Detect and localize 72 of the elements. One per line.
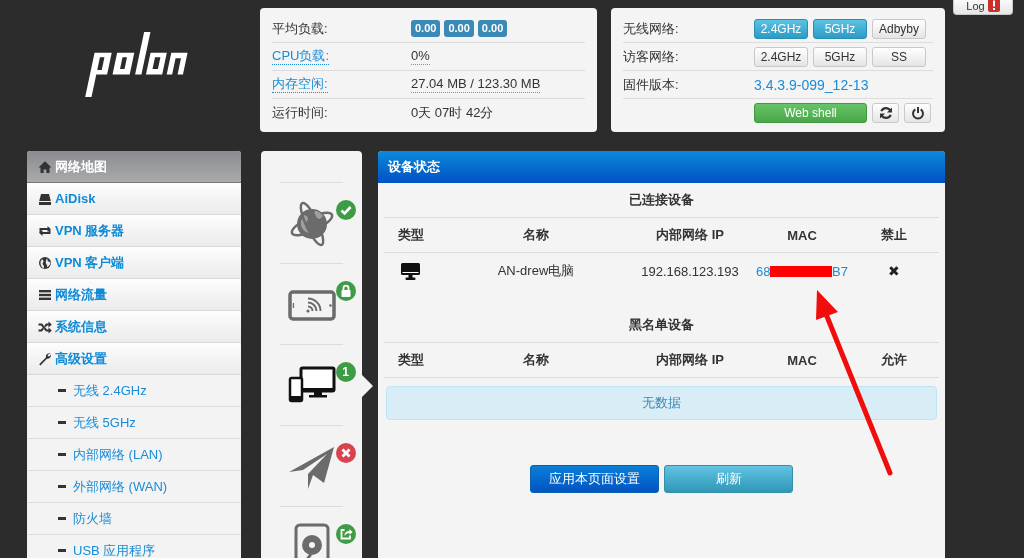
load-badge: 0.00 xyxy=(477,20,508,37)
refresh-icon xyxy=(878,106,893,120)
block-button[interactable]: ✖ xyxy=(887,263,900,279)
power-icon xyxy=(910,106,925,120)
stat-value: 27.04 MB / 123.30 MB xyxy=(411,76,541,93)
stat-link[interactable]: 内存空闲: xyxy=(272,76,328,93)
toggle-button[interactable]: SS xyxy=(872,46,926,67)
column-header: MAC xyxy=(787,227,817,243)
column-header: 名称 xyxy=(523,226,549,244)
mac-address-link[interactable]: B7 xyxy=(832,263,848,279)
column-header: 内部网络 IP xyxy=(656,226,724,244)
column-header: 禁止 xyxy=(880,226,907,244)
shuffle-icon xyxy=(38,319,52,334)
setting-label: 固件版本: xyxy=(623,76,679,93)
menu-item[interactable]: 网络地图 xyxy=(27,151,241,183)
dash-icon xyxy=(58,517,66,520)
wrench-icon xyxy=(38,351,52,366)
home-icon xyxy=(38,159,52,174)
column-header: 内部网络 IP xyxy=(656,351,724,369)
load-badge: 0.00 xyxy=(444,20,474,37)
check-badge-icon xyxy=(335,200,356,220)
stat-value: 0天 07时 42分 xyxy=(411,105,494,121)
menu-item[interactable]: 高级设置 xyxy=(27,343,241,375)
menu-item[interactable]: VPN 服务器 xyxy=(27,215,241,247)
column-header: 类型 xyxy=(398,226,424,244)
section-title: 黑名单设备 xyxy=(629,316,694,334)
toggle-button[interactable]: 5GHz xyxy=(813,46,867,67)
dash-icon xyxy=(58,485,66,488)
load-badge: 0.00 xyxy=(411,20,441,37)
toggle-button[interactable]: 2.4GHz xyxy=(754,46,808,67)
stat-value: 0% xyxy=(411,48,430,65)
setting-label: 无线网络: xyxy=(623,20,679,37)
menu-item[interactable]: 网络流量 xyxy=(27,279,241,311)
toggle-button[interactable]: 5GHz xyxy=(813,18,867,39)
dash-icon xyxy=(58,389,66,392)
log-button[interactable]: Log xyxy=(953,0,1013,15)
globe-icon xyxy=(38,255,52,270)
computer-icon xyxy=(401,262,420,280)
list-icon xyxy=(38,287,52,302)
stat-label: 平均负载: xyxy=(272,20,328,37)
stat-label: 运行时间: xyxy=(272,105,328,121)
column-header: 允许 xyxy=(880,351,907,369)
table-cell: AN-drew电脑 xyxy=(497,262,575,280)
section-title: 已连接设备 xyxy=(629,191,694,209)
empty-message: 无数据 xyxy=(386,386,937,420)
share-badge-icon xyxy=(335,524,356,544)
menu-item[interactable]: AiDisk xyxy=(27,183,241,215)
stat-link[interactable]: CPU负载: xyxy=(272,48,330,65)
firmware-version-link[interactable]: 3.4.3.9-099_12-13 xyxy=(754,76,869,93)
column-header: MAC xyxy=(787,352,817,368)
menu-item[interactable]: VPN 客户端 xyxy=(27,247,241,279)
dash-icon xyxy=(58,453,66,456)
table-cell: 192.168.123.193 xyxy=(641,263,739,279)
panel-title: 设备状态 xyxy=(378,151,945,183)
column-header: 名称 xyxy=(523,351,549,369)
toggle-button[interactable]: 2.4GHz xyxy=(754,18,808,39)
lock-badge-icon xyxy=(335,281,356,301)
count-badge: 1 xyxy=(335,362,356,382)
mac-address-link[interactable]: 68 xyxy=(756,263,771,279)
setting-label: 访客网络: xyxy=(623,48,679,65)
column-header: 类型 xyxy=(398,351,424,369)
dash-icon xyxy=(58,421,66,424)
power-button[interactable] xyxy=(904,103,931,123)
dash-icon xyxy=(58,549,66,552)
refresh-button[interactable] xyxy=(872,103,899,123)
web-shell-button[interactable]: Web shell xyxy=(754,103,867,123)
apply-button[interactable]: 应用本页面设置 xyxy=(530,465,659,493)
hard-drive-icon xyxy=(38,191,52,206)
toggle-button[interactable]: Adbyby xyxy=(872,18,926,39)
menu-item[interactable]: 系统信息 xyxy=(27,311,241,343)
cross-badge-icon xyxy=(335,443,356,463)
refresh-button[interactable]: 刷新 xyxy=(664,465,793,493)
